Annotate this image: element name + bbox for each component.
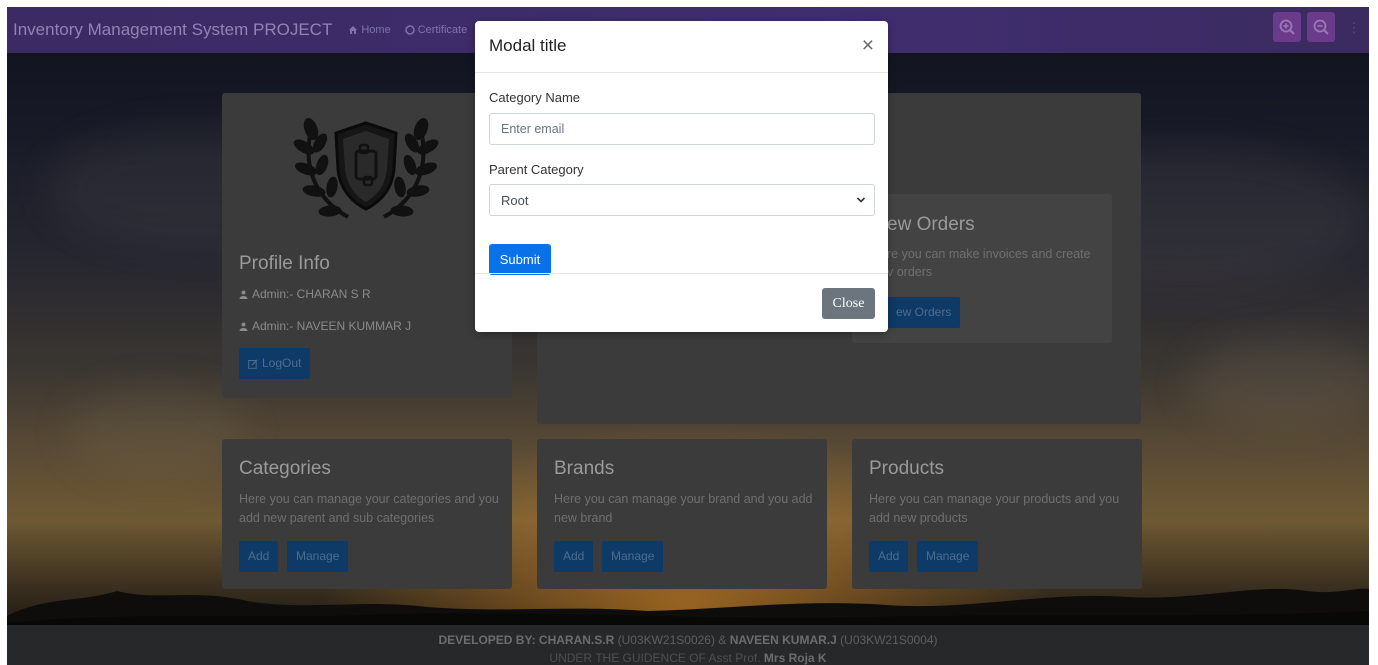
footer-dev2: NAVEEN KUMAR.J (729, 633, 837, 647)
parent-category-select[interactable]: Root (489, 184, 875, 216)
brands-add-button[interactable]: Add (554, 541, 594, 572)
nav-link-home-label: Home (361, 24, 391, 36)
submit-label: Submit (499, 252, 541, 267)
categories-add-button[interactable]: Add (239, 541, 279, 572)
modal-footer: Close (475, 273, 888, 332)
admin-name-1: Admin:- CHARAN S R (252, 287, 371, 301)
home-icon (349, 26, 358, 34)
admin-line-1: Admin:- CHARAN S R (239, 287, 371, 301)
modal-close-icon[interactable]: × (862, 34, 874, 58)
close-label: Close (832, 295, 865, 311)
footer-developed-by: DEVELOPED BY: (438, 633, 536, 647)
brands-manage-button[interactable]: Manage (602, 541, 664, 572)
footer-credits: DEVELOPED BY: CHARAN.S.R (U03KW21S0026) … (7, 625, 1369, 647)
modal-title: Modal title (489, 36, 567, 55)
footer-guide-name: Mrs Roja K (763, 651, 827, 665)
products-add-button[interactable]: Add (869, 541, 909, 572)
products-card: Products Here you can manage your produc… (852, 439, 1142, 589)
categories-text: Here you can manage your categories and … (239, 492, 499, 525)
footer-dev2-id: (U03KW21S0004) (840, 633, 938, 647)
category-modal: Modal title × Category Name Enter email … (475, 21, 888, 332)
profile-card: Profile Info Admin:- CHARAN S R Admin:- … (222, 93, 512, 398)
user-icon (239, 322, 248, 331)
manage-label: Manage (296, 549, 340, 563)
logout-label: LogOut (262, 356, 302, 370)
page-background: Inventory Management System PROJECT Home… (7, 7, 1369, 665)
zoom-in-icon (1279, 19, 1295, 35)
zoom-in-button[interactable] (1273, 12, 1301, 42)
footer-dev1: CHARAN.S.R (538, 633, 615, 647)
add-label: Add (248, 549, 270, 563)
parent-category-value: Root (501, 192, 529, 208)
manage-label: Manage (611, 549, 655, 563)
footer-guidance: UNDER THE GUIDENCE OF Asst Prof. Mrs Roj… (7, 651, 1369, 665)
footer-and: & (718, 633, 727, 647)
brand-title[interactable]: Inventory Management System PROJECT (13, 20, 332, 40)
zoom-out-icon (1313, 19, 1329, 35)
footer-dev1-id: (U03KW21S0026) (617, 633, 715, 647)
categories-title: Categories (239, 458, 331, 479)
brands-title: Brands (554, 458, 615, 479)
add-label: Add (878, 549, 900, 563)
page-footer: DEVELOPED BY: CHARAN.S.R (U03KW21S0026) … (7, 625, 1369, 665)
products-manage-button[interactable]: Manage (917, 541, 979, 572)
new-orders-button[interactable]: ew Orders (887, 297, 961, 328)
category-name-input[interactable]: Enter email (489, 113, 875, 145)
submit-button[interactable]: Submit (489, 244, 551, 275)
products-text: Here you can manage your products and yo… (869, 492, 1120, 525)
close-button[interactable]: Close (822, 288, 875, 319)
categories-card: Categories Here you can manage your cate… (222, 439, 512, 589)
nav-link-home[interactable]: Home (348, 24, 391, 36)
nav-link-certificate[interactable]: Certificate (404, 24, 468, 36)
chevron-down-icon (856, 197, 866, 203)
admin-name-2: Admin:- NAVEEN KUMMAR J (252, 319, 412, 333)
zoom-out-button[interactable] (1307, 12, 1335, 42)
brands-text: Here you can manage your brand and you a… (554, 492, 813, 525)
parent-category-label: Parent Category (489, 162, 584, 177)
user-icon (239, 290, 248, 299)
modal-header: Modal title × (475, 21, 888, 73)
orders-text-line-2: v orders (887, 265, 933, 279)
orders-card: ew Orders re you can make invoices and c… (852, 194, 1112, 343)
orders-text-line-1: re you can make invoices and create (887, 247, 1091, 261)
brands-card: Brands Here you can manage your brand an… (537, 439, 827, 589)
new-orders-label: ew Orders (896, 305, 952, 319)
nav-extra-icon[interactable]: ⋮ (1347, 19, 1361, 36)
footer-guidance-text: UNDER THE GUIDENCE OF Asst Prof. (549, 651, 761, 665)
orders-title: ew Orders (887, 214, 975, 235)
add-label: Add (563, 549, 585, 563)
logout-button[interactable]: LogOut (239, 348, 311, 379)
admin-line-2: Admin:- NAVEEN KUMMAR J (239, 319, 411, 333)
categories-manage-button[interactable]: Manage (287, 541, 349, 572)
manage-label: Manage (926, 549, 970, 563)
edit-icon (248, 359, 258, 369)
nav-link-certificate-label: Certificate (417, 24, 468, 36)
zoom-controls: ⋮ (1273, 12, 1361, 42)
category-name-placeholder: Enter email (501, 122, 565, 136)
category-name-label: Category Name (489, 90, 581, 105)
certificate-icon (404, 25, 415, 35)
shield-emblem-icon (293, 117, 439, 219)
profile-title: Profile Info (239, 253, 330, 274)
products-title: Products (869, 458, 944, 479)
